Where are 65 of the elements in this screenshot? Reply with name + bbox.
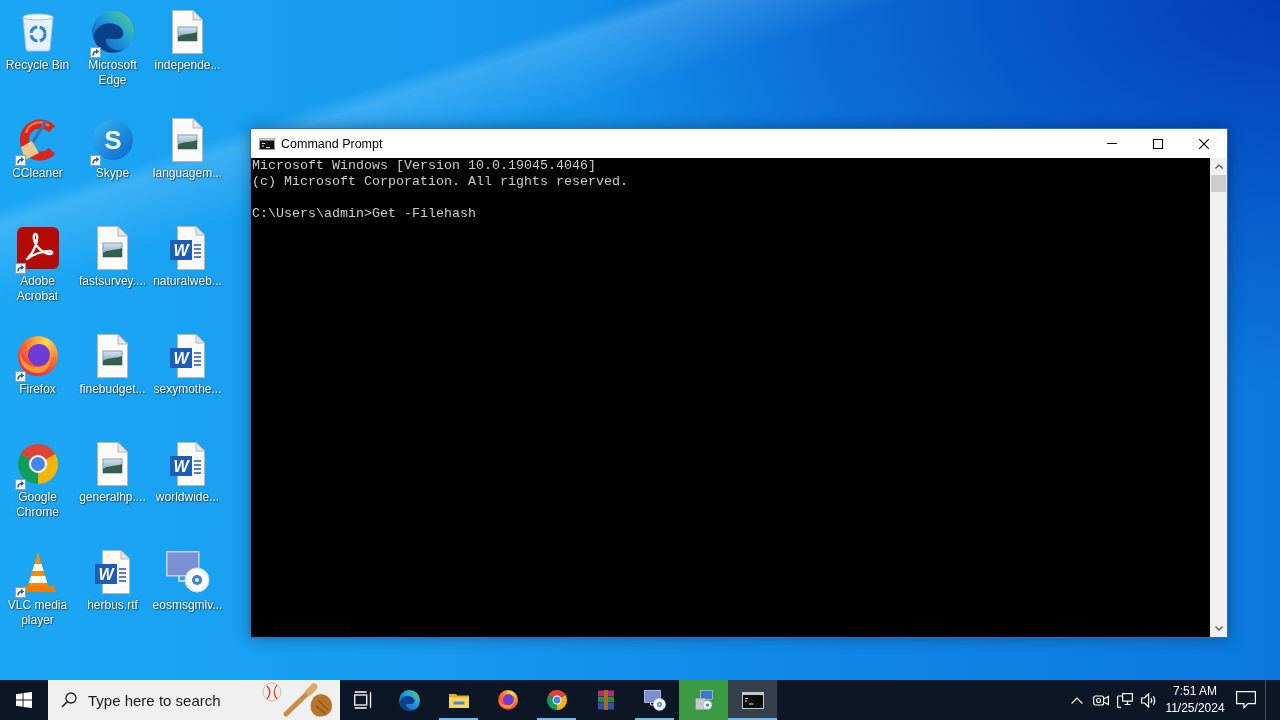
window-title: Command Prompt — [281, 136, 383, 151]
edge-icon[interactable] — [91, 11, 134, 53]
scrollbar[interactable] — [1210, 158, 1227, 637]
icon-label[interactable]: sexymothe... — [153, 382, 222, 397]
console-icon — [741, 691, 764, 709]
camera-icon[interactable] — [1093, 692, 1109, 708]
icon-label[interactable]: herbus.rtf — [87, 598, 138, 613]
minimize-icon — [1107, 143, 1117, 144]
icon-label[interactable]: Adobe Acrobat — [0, 274, 75, 304]
icon-label[interactable]: VLC media player — [0, 598, 75, 628]
taskbar-button[interactable] — [728, 680, 777, 720]
firefox-icon — [497, 690, 518, 710]
traffic-cone-icon[interactable] — [19, 552, 56, 592]
chrome-icon — [546, 690, 567, 710]
skype-icon[interactable]: S — [92, 120, 133, 160]
task-view-icon — [353, 691, 372, 709]
icon-label[interactable]: Google Chrome — [0, 490, 75, 520]
icon-label[interactable]: independe... — [154, 58, 221, 73]
icon-label[interactable]: Firefox — [19, 382, 56, 397]
console-output: (c) Microsoft Corporation. All rights reserved. — [252, 174, 628, 190]
scrollbar-thumb[interactable] — [1211, 175, 1226, 192]
image-file-icon[interactable] — [97, 226, 128, 270]
baseball-drawing[interactable] — [262, 682, 334, 718]
icon-label[interactable]: Skype — [95, 166, 130, 181]
image-file-icon[interactable] — [172, 10, 203, 54]
acrobat-icon[interactable] — [16, 227, 59, 269]
search-field[interactable]: Type here to search — [88, 691, 262, 709]
monitor-disc-icon — [643, 689, 666, 711]
search-bar[interactable]: Type here to search — [48, 680, 340, 720]
icon-label[interactable]: CCleaner — [12, 166, 63, 181]
installer-icon — [694, 689, 713, 711]
notification-icon[interactable] — [1236, 691, 1256, 709]
icon-label[interactable]: worldwide... — [155, 490, 220, 505]
chrome-icon[interactable] — [17, 444, 58, 484]
icon-label[interactable]: fastsurvey.... — [78, 274, 147, 289]
windows-icon — [16, 692, 32, 708]
console-icon — [259, 137, 275, 150]
volume-icon[interactable] — [1141, 692, 1157, 708]
chevron-down-icon[interactable] — [1214, 626, 1223, 631]
clock-date[interactable]: 11/25/2024 — [1165, 700, 1225, 717]
ccleaner-icon[interactable] — [17, 119, 58, 161]
clock-time[interactable]: 7:51 AM — [1173, 683, 1217, 700]
firefox-icon[interactable] — [17, 336, 58, 376]
console-output: Microsoft Windows [Version 10.0.19045.4046] — [252, 158, 596, 174]
image-file-icon[interactable] — [97, 442, 128, 486]
icon-label[interactable]: languagem... — [152, 166, 223, 181]
icon-label[interactable]: naturalweb... — [153, 274, 222, 289]
icon-label[interactable]: Recycle Bin — [5, 58, 70, 73]
search-icon — [61, 692, 77, 708]
console-area[interactable]: Microsoft Windows [Version 10.0.19045.4046] (c) Microsoft Corporation. All rights reserved. C:\Users\admin>Get -Filehash — [251, 158, 1210, 637]
edge-icon — [399, 689, 420, 711]
icon-label[interactable]: eosmsgmlv... — [152, 598, 223, 613]
maximize-icon — [1153, 138, 1163, 149]
books-icon — [597, 690, 614, 710]
icon-label[interactable]: Microsoft Edge — [75, 58, 150, 88]
monitor-disc-icon[interactable] — [165, 551, 210, 593]
network-icon[interactable] — [1117, 692, 1133, 708]
icon-label[interactable]: finebudget... — [79, 382, 146, 397]
image-file-icon[interactable] — [172, 118, 203, 162]
command-line: C:\Users\admin>Get -Filehash — [252, 206, 476, 222]
icon-label[interactable]: generalhp.... — [79, 490, 146, 505]
close-icon — [1199, 138, 1209, 149]
recycle-bin-icon[interactable] — [21, 12, 54, 52]
folder-icon — [448, 692, 469, 708]
image-file-icon[interactable] — [97, 334, 128, 378]
